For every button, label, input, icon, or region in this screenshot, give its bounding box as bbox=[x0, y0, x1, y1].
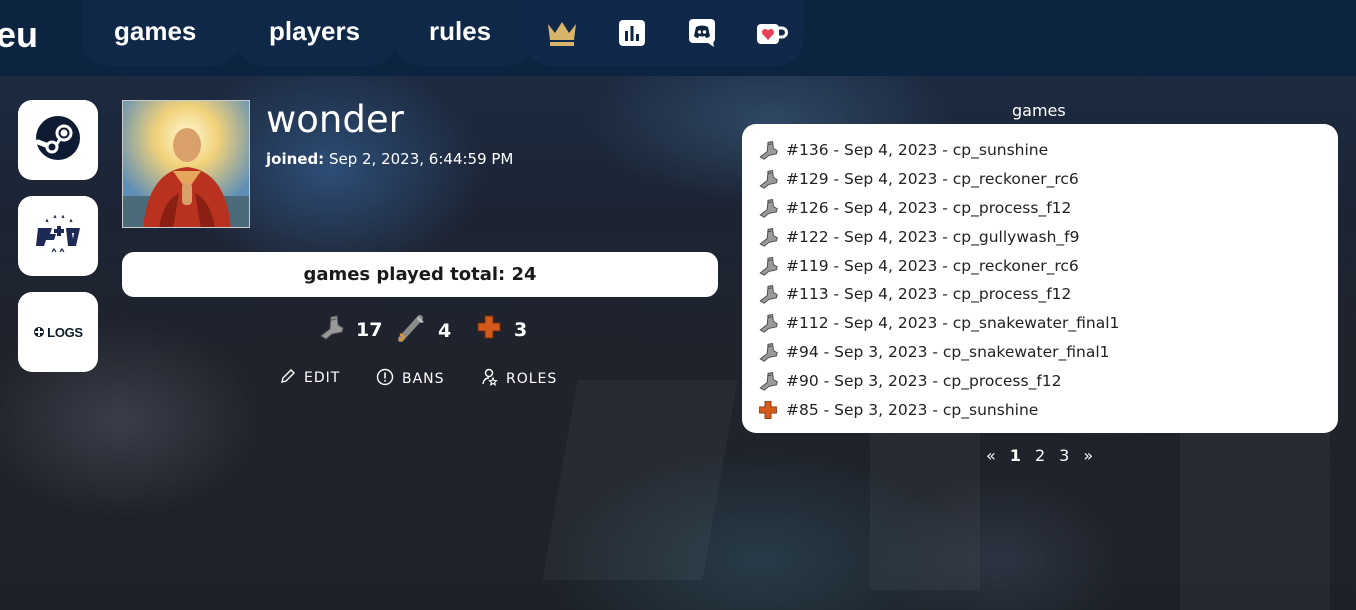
game-row-text: #94 - Sep 3, 2023 - cp_snakewater_final1 bbox=[786, 342, 1110, 361]
pagination-page-1[interactable]: 1 bbox=[1010, 446, 1021, 465]
game-row-text: #113 - Sep 4, 2023 - cp_process_f12 bbox=[786, 285, 1072, 304]
crown-icon[interactable] bbox=[546, 18, 578, 50]
discord-icon[interactable] bbox=[688, 18, 720, 50]
joined-date: Sep 2, 2023, 6:44:59 PM bbox=[328, 150, 514, 168]
edit-button[interactable]: EDIT bbox=[280, 368, 340, 388]
roles-label: ROLES bbox=[506, 371, 558, 387]
pagination: « 1 2 3 » bbox=[986, 446, 1093, 465]
edit-label: EDIT bbox=[304, 370, 341, 386]
scout-icon bbox=[758, 256, 778, 276]
game-row[interactable]: #119 - Sep 4, 2023 - cp_reckoner_rc6 bbox=[758, 251, 1338, 280]
joined-info: joined: Sep 2, 2023, 6:44:59 PM bbox=[266, 150, 513, 168]
game-row[interactable]: #94 - Sep 3, 2023 - cp_snakewater_final1 bbox=[758, 338, 1338, 367]
game-row[interactable]: #126 - Sep 4, 2023 - cp_process_f12 bbox=[758, 194, 1338, 223]
logs-profile-button[interactable]: LOGS bbox=[18, 292, 98, 372]
logs-logo-text: LOGS bbox=[47, 324, 83, 340]
games-total-card: games played total: 24 bbox=[122, 252, 718, 297]
class-stat-count: 17 bbox=[356, 318, 383, 341]
scout-icon bbox=[758, 169, 778, 189]
roles-button[interactable]: ROLES bbox=[482, 368, 557, 390]
scout-icon bbox=[758, 198, 778, 218]
bans-button[interactable]: BANS bbox=[376, 368, 445, 390]
scout-icon bbox=[758, 342, 778, 362]
etf2l-icon bbox=[32, 212, 84, 260]
scout-icon bbox=[758, 313, 778, 333]
medic-icon bbox=[476, 314, 502, 345]
brand-logo[interactable]: eu bbox=[0, 14, 38, 56]
coffee-icon[interactable] bbox=[756, 21, 788, 53]
bans-label: BANS bbox=[402, 371, 445, 387]
game-row-text: #126 - Sep 4, 2023 - cp_process_f12 bbox=[786, 198, 1072, 217]
scout-icon bbox=[758, 284, 778, 305]
class-stat-count: 4 bbox=[438, 319, 452, 342]
pagination-prev[interactable]: « bbox=[986, 446, 996, 465]
scout-icon bbox=[758, 227, 778, 247]
stats-icon[interactable] bbox=[618, 19, 646, 47]
user-star-icon bbox=[482, 368, 498, 390]
scout-icon bbox=[758, 371, 778, 391]
top-nav: eu games players rules bbox=[0, 0, 1356, 76]
pagination-next[interactable]: » bbox=[1083, 446, 1093, 465]
game-row[interactable]: #129 - Sep 4, 2023 - cp_reckoner_rc6 bbox=[758, 165, 1338, 194]
steam-icon bbox=[34, 114, 82, 166]
class-stat-medic: 3 bbox=[476, 314, 527, 345]
class-stat-scout: 17 bbox=[318, 314, 382, 345]
joined-label: joined: bbox=[266, 150, 325, 168]
background-shape bbox=[1180, 430, 1330, 610]
game-row-text: #112 - Sep 4, 2023 - cp_snakewater_final… bbox=[786, 314, 1120, 333]
game-row[interactable]: #136 - Sep 4, 2023 - cp_sunshine bbox=[758, 136, 1338, 165]
games-total-text: games played total: 24 bbox=[303, 264, 537, 285]
scout-icon bbox=[758, 140, 778, 161]
nav-link-rules[interactable]: rules bbox=[429, 16, 491, 47]
game-row[interactable]: #113 - Sep 4, 2023 - cp_process_f12 bbox=[758, 280, 1338, 309]
game-row-text: #85 - Sep 3, 2023 - cp_sunshine bbox=[786, 400, 1039, 419]
game-row-text: #129 - Sep 4, 2023 - cp_reckoner_rc6 bbox=[786, 170, 1079, 189]
class-stat-count: 3 bbox=[514, 318, 528, 341]
pagination-page-2[interactable]: 2 bbox=[1035, 446, 1045, 465]
game-row-text: #119 - Sep 4, 2023 - cp_reckoner_rc6 bbox=[786, 256, 1079, 275]
game-row-text: #122 - Sep 4, 2023 - cp_gullywash_f9 bbox=[786, 227, 1080, 246]
scout-icon bbox=[318, 314, 344, 345]
pagination-page-3[interactable]: 3 bbox=[1059, 446, 1069, 465]
game-row-text: #90 - Sep 3, 2023 - cp_process_f12 bbox=[786, 371, 1062, 390]
games-list: #136 - Sep 4, 2023 - cp_sunshine #129 - S… bbox=[742, 124, 1338, 433]
game-row[interactable]: #122 - Sep 4, 2023 - cp_gullywash_f9 bbox=[758, 222, 1338, 251]
game-row[interactable]: #90 - Sep 3, 2023 - cp_process_f12 bbox=[758, 366, 1338, 395]
username: wonder bbox=[266, 98, 404, 141]
game-row[interactable]: #112 - Sep 4, 2023 - cp_snakewater_final… bbox=[758, 309, 1338, 338]
nav-link-players[interactable]: players bbox=[269, 16, 360, 47]
class-stat-soldier: 4 bbox=[398, 314, 451, 347]
steam-profile-button[interactable] bbox=[18, 100, 98, 180]
game-row-text: #136 - Sep 4, 2023 - cp_sunshine bbox=[786, 141, 1049, 160]
logs-icon: LOGS bbox=[33, 325, 83, 340]
pencil-icon bbox=[280, 368, 296, 388]
background-shape bbox=[542, 380, 738, 580]
etf2l-profile-button[interactable] bbox=[18, 196, 98, 276]
soldier-icon bbox=[398, 314, 426, 347]
alert-circle-icon bbox=[376, 368, 394, 390]
game-row[interactable]: #85 - Sep 3, 2023 - cp_sunshine bbox=[758, 395, 1338, 424]
medic-icon bbox=[758, 400, 778, 420]
nav-link-games[interactable]: games bbox=[114, 16, 196, 47]
avatar bbox=[122, 100, 250, 228]
background-shape bbox=[870, 430, 980, 590]
games-section-title: games bbox=[1012, 101, 1066, 120]
